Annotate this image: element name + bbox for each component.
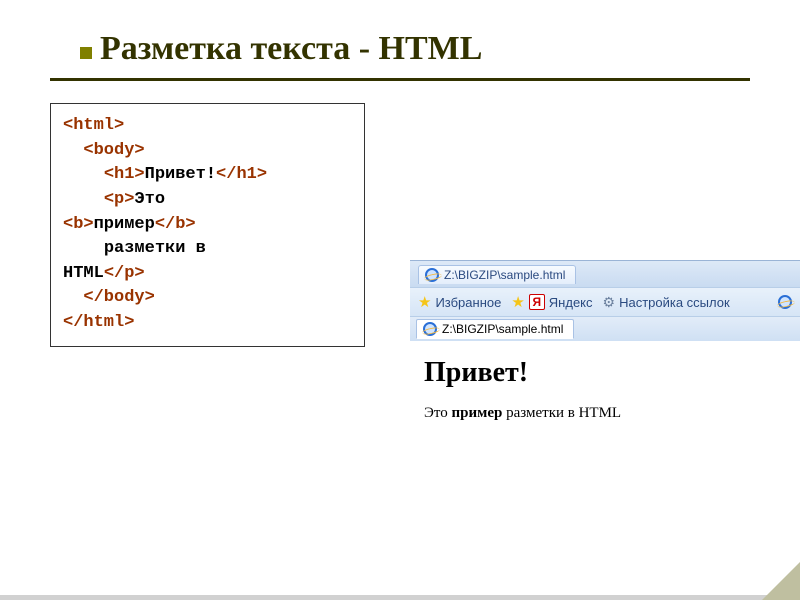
ie-icon [425,268,439,282]
slide-shadow [0,595,800,600]
code-text-h1: Привет! [145,165,216,184]
title-block: Разметка текста - HTML [50,30,750,81]
settings-label: Настройка ссылок [619,295,730,310]
ie-icon [423,322,437,336]
code-tag-h1-close: </h1> [216,165,267,184]
yandex-link[interactable]: ★ Я Яндекс [511,293,592,311]
code-tag-html-open: <html> [63,116,124,135]
settings-link[interactable]: ⚙ Настройка ссылок [603,294,730,311]
p-text-before: Это [424,405,452,421]
p-text-bold: пример [452,405,503,421]
slide-title: Разметка текста - HTML [80,30,750,68]
code-example-box: <html> <body> <h1>Привет!</h1> <p>Это <b… [50,103,365,347]
active-tab-label: Z:\BIGZIP\sample.html [442,322,563,336]
rendered-h1: Привет! [424,357,786,389]
browser-chrome: Z:\BIGZIP\sample.html ★ Избранное ★ Я Ян… [410,260,800,341]
code-text-p1: Это [134,190,165,209]
code-tag-body-close: </body> [83,288,154,307]
slide-title-text: Разметка текста - HTML [100,30,482,67]
window-title-text: Z:\BIGZIP\sample.html [444,268,565,282]
slide: Разметка текста - HTML <html> <body> <h1… [0,0,800,600]
code-tag-p-open: <p> [104,190,135,209]
code-text-p3: HTML [63,264,104,283]
code-tag-b-close: </b> [155,215,196,234]
code-tag-p-close: </p> [104,264,145,283]
corner-fold-icon [762,562,800,600]
browser-window: Z:\BIGZIP\sample.html ★ Избранное ★ Я Ян… [410,260,800,450]
page-content: Привет! Это пример разметки в HTML [410,341,800,450]
gear-icon: ⚙ [603,294,616,311]
star-icon: ★ [511,293,524,311]
active-tab[interactable]: Z:\BIGZIP\sample.html [416,319,574,339]
window-title-tab[interactable]: Z:\BIGZIP\sample.html [418,265,576,284]
favorites-button[interactable]: ★ Избранное [418,293,501,311]
ie-icon [778,295,792,309]
yandex-label: Яндекс [549,295,593,310]
code-tag-html-close: </html> [63,313,134,332]
title-underline [50,78,750,81]
more-ie-icon-wrap[interactable] [778,295,792,309]
code-tag-b-open: <b> [63,215,94,234]
favorites-bar: ★ Избранное ★ Я Яндекс ⚙ Настройка ссыло… [410,287,800,317]
code-tag-body-open: <body> [83,141,144,160]
code-text-b: пример [94,215,155,234]
tab-strip: Z:\BIGZIP\sample.html [410,317,800,341]
favorites-label: Избранное [435,295,501,310]
rendered-paragraph: Это пример разметки в HTML [424,405,786,422]
yandex-icon: Я [529,294,545,310]
title-bar: Z:\BIGZIP\sample.html [410,261,800,287]
p-text-after: разметки в HTML [502,405,621,421]
title-bullet-icon [80,47,92,59]
code-tag-h1-open: <h1> [104,165,145,184]
star-icon: ★ [418,293,431,311]
code-text-p2: разметки в [104,239,206,258]
